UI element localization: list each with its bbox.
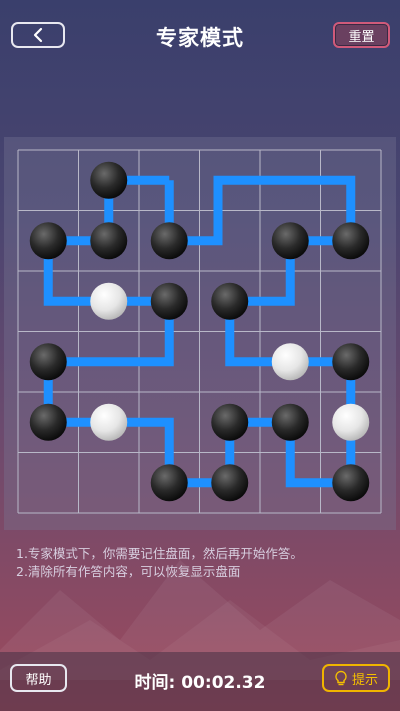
black-stone[interactable] <box>332 343 370 381</box>
black-stone[interactable] <box>271 403 309 441</box>
white-stone[interactable] <box>271 343 309 381</box>
board-grid <box>17 149 382 514</box>
instruction-line-2: 2.清除所有作答内容，可以恢复显示盘面 <box>16 564 241 579</box>
board-canvas[interactable] <box>4 137 396 530</box>
black-stone[interactable] <box>150 222 188 260</box>
black-stone[interactable] <box>90 161 128 199</box>
game-board[interactable] <box>4 137 396 530</box>
instruction-line-1: 1.专家模式下，你需要记住盘面，然后再开始作答。 <box>16 546 303 561</box>
white-stone[interactable] <box>90 282 128 320</box>
hint-button[interactable]: 提示 <box>322 664 390 692</box>
black-stone[interactable] <box>29 343 67 381</box>
black-stone[interactable] <box>271 222 309 260</box>
footer-bar: 帮助 时间: 00:02.32 提示 <box>0 652 400 711</box>
black-stone[interactable] <box>150 282 188 320</box>
lightbulb-icon <box>335 670 347 686</box>
black-stone[interactable] <box>29 222 67 260</box>
black-stone[interactable] <box>211 464 249 502</box>
reset-button[interactable]: 重置 <box>333 22 390 48</box>
black-stone[interactable] <box>211 403 249 441</box>
header: 专家模式 重置 <box>0 0 400 72</box>
black-stone[interactable] <box>29 403 67 441</box>
black-stone[interactable] <box>332 222 370 260</box>
black-stone[interactable] <box>90 222 128 260</box>
black-stone[interactable] <box>211 282 249 320</box>
instructions: 1.专家模式下，你需要记住盘面，然后再开始作答。 2.清除所有作答内容，可以恢复… <box>16 545 303 581</box>
hint-label: 提示 <box>351 672 378 688</box>
black-stone[interactable] <box>332 464 370 502</box>
white-stone[interactable] <box>90 403 128 441</box>
white-stone[interactable] <box>332 403 370 441</box>
black-stone[interactable] <box>150 464 188 502</box>
